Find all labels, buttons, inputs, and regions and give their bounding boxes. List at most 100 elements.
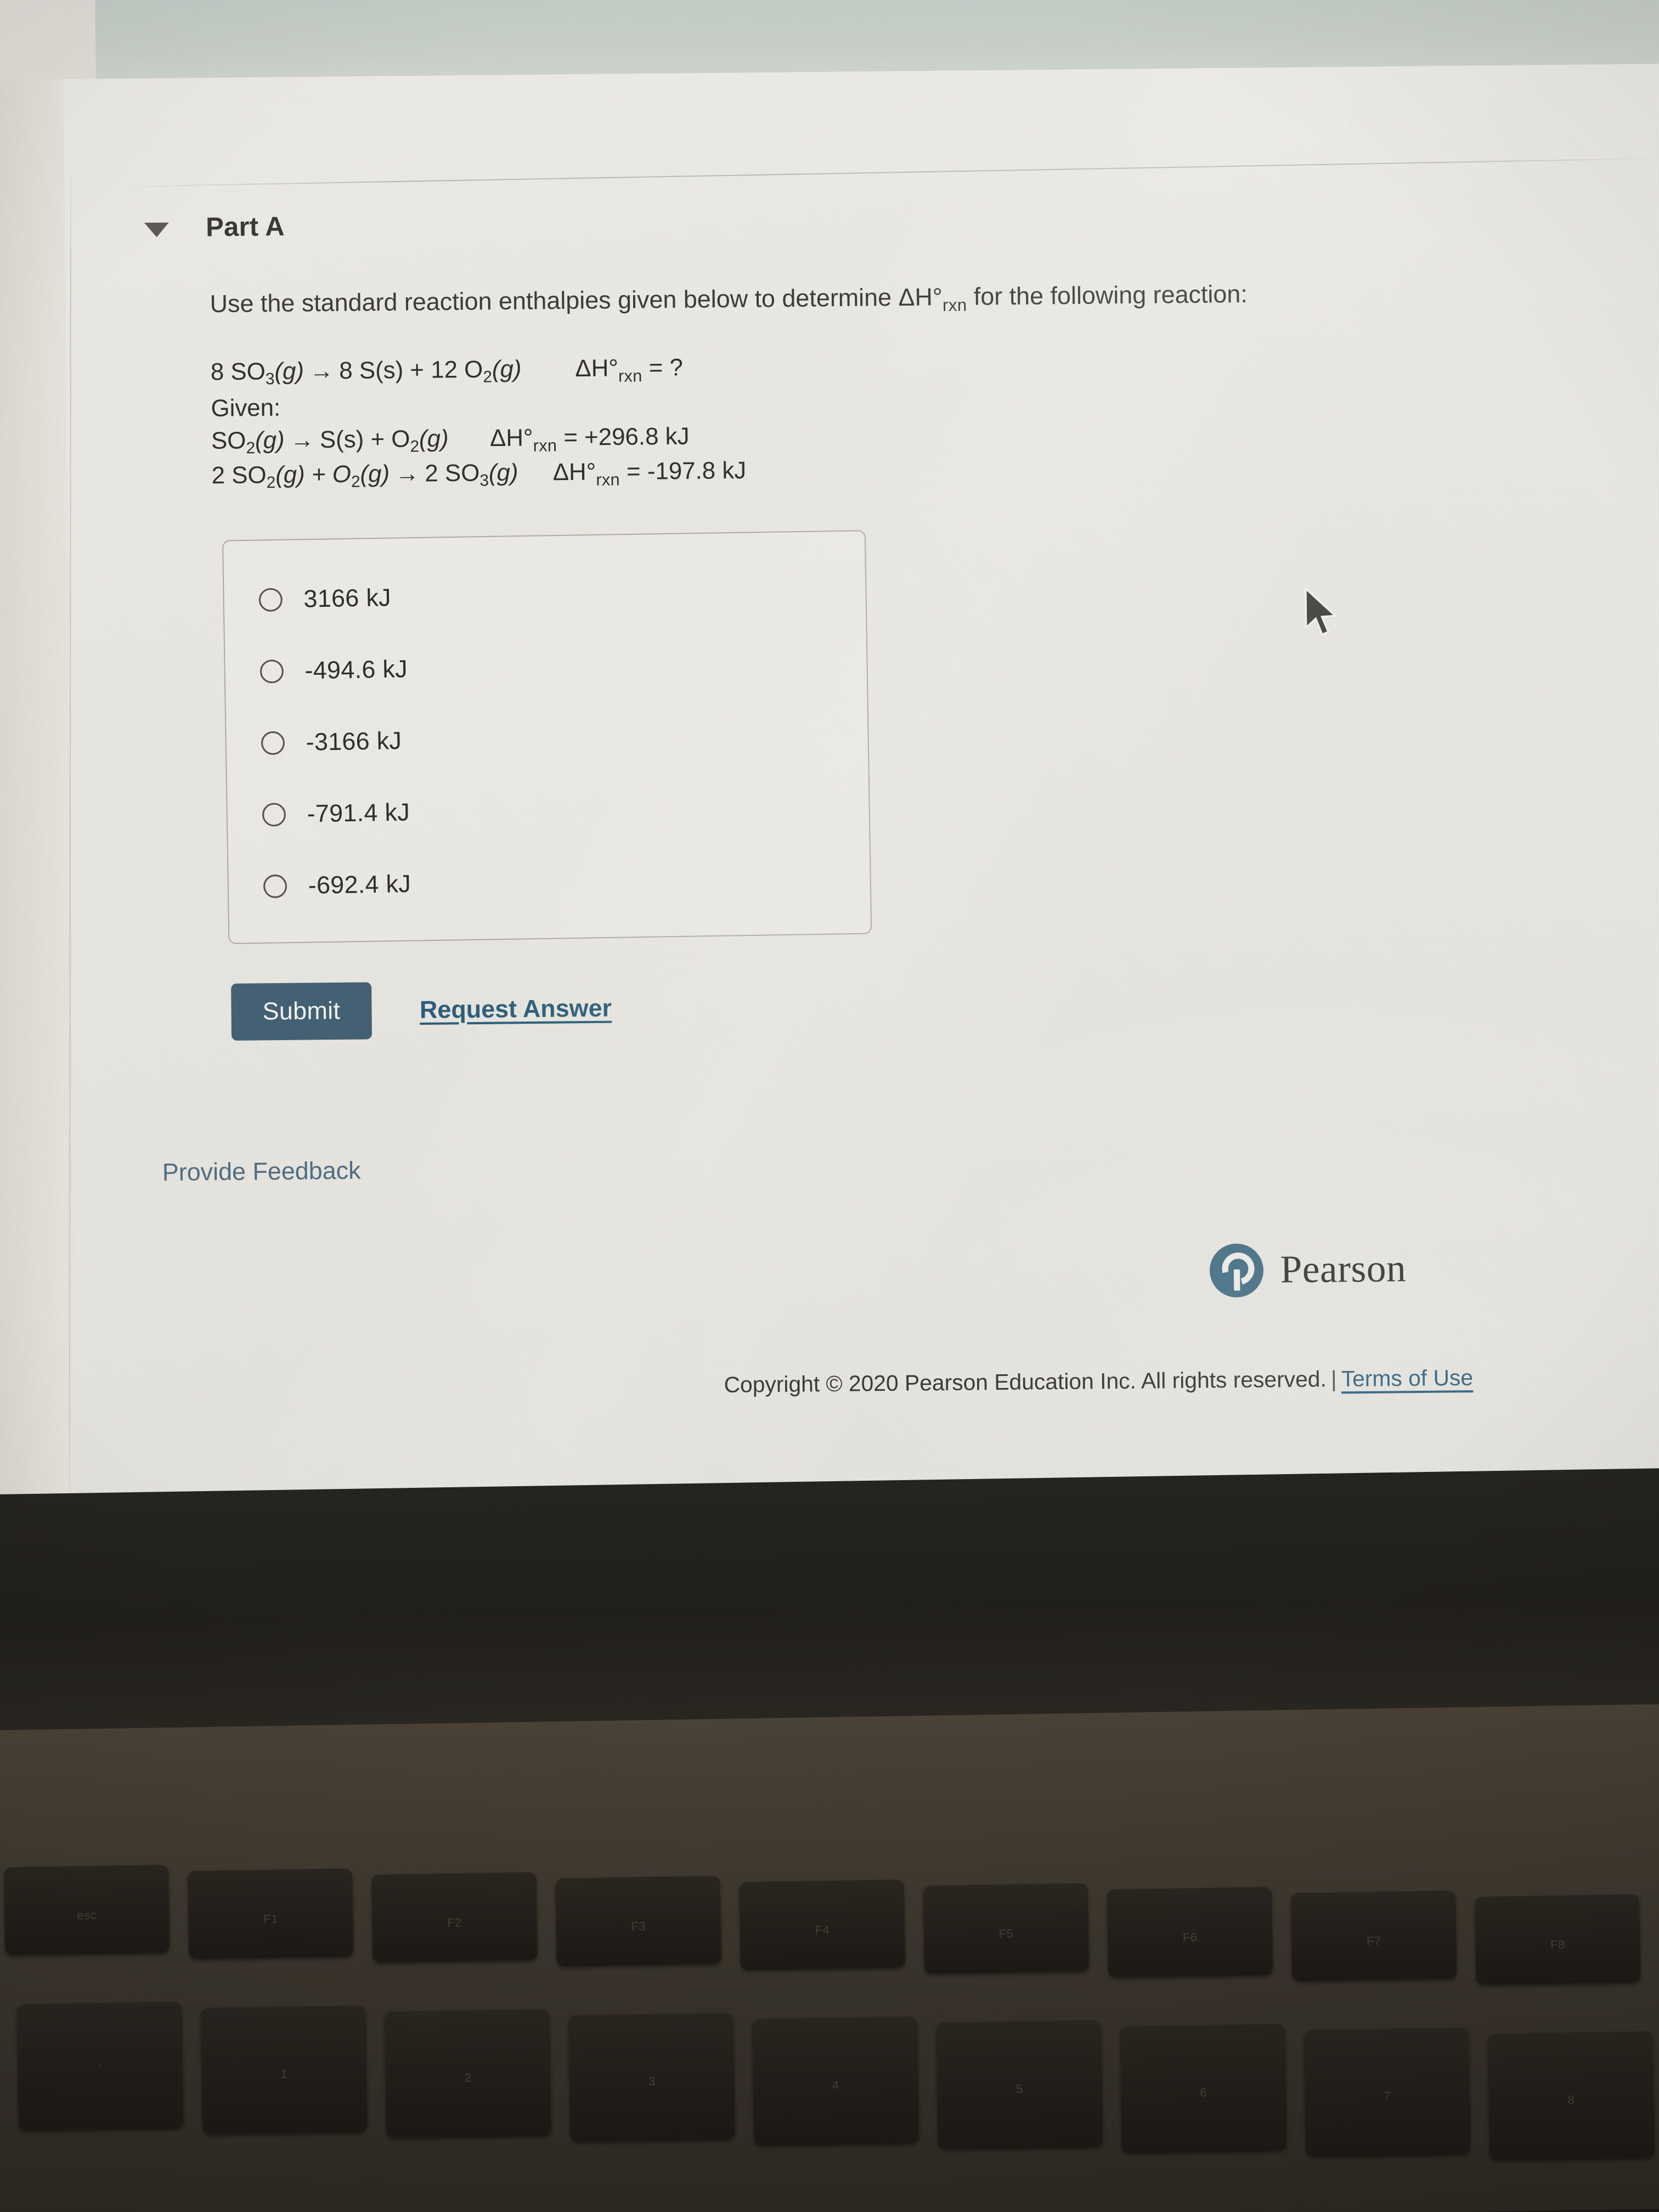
- laptop-keyboard-deck: esc F1 F2 F3 F4 F5 F6 F7 F8 ` 1 2 3 4 5 …: [0, 1703, 1659, 2212]
- given2-rhs-state: (g): [488, 459, 518, 487]
- radio-button-icon[interactable]: [258, 588, 283, 612]
- key-legend: 3: [648, 2074, 656, 2089]
- key-legend: F1: [263, 1911, 278, 1926]
- key-legend: F8: [1550, 1937, 1565, 1952]
- action-row: Submit Request Answer: [231, 970, 1638, 1041]
- keyboard-key[interactable]: 6: [1120, 2024, 1287, 2153]
- keyboard-key[interactable]: 3: [568, 2012, 735, 2142]
- footer-separator: |: [1330, 1367, 1337, 1392]
- keyboard-key[interactable]: esc: [3, 1865, 170, 1955]
- key-legend: F3: [631, 1919, 646, 1933]
- pearson-interrobang-icon: [1209, 1243, 1264, 1298]
- keyboard-key[interactable]: F5: [923, 1883, 1090, 1974]
- radio-button-icon[interactable]: [261, 731, 285, 755]
- request-answer-link[interactable]: Request Answer: [420, 994, 612, 1024]
- choice-label: -3166 kJ: [306, 727, 402, 756]
- target-dh: ΔH°rxn = ?: [575, 352, 683, 387]
- target-lhs-formula: 8 SO: [210, 358, 266, 386]
- key-legend: 7: [1384, 2089, 1391, 2103]
- key-legend: 5: [1015, 2082, 1024, 2096]
- delta-h-symbol: ΔH°: [898, 283, 943, 312]
- keyboard-key[interactable]: `: [16, 2001, 184, 2131]
- target-rhs-sub: 2: [483, 368, 493, 386]
- keyboard-key[interactable]: 4: [752, 2016, 919, 2146]
- question-prompt: Use the standard reaction enthalpies giv…: [210, 275, 1631, 323]
- given2-dh-value: = -197.8 kJ: [626, 456, 747, 485]
- given2-rhs-formula: 2 SO: [425, 459, 480, 487]
- choice-option-3[interactable]: -3166 kJ: [226, 698, 868, 780]
- key-legend: 1: [280, 2067, 288, 2081]
- key-legend: 2: [464, 2070, 472, 2085]
- target-lhs-state: (g): [274, 358, 304, 385]
- target-dh-symbol: ΔH°: [575, 354, 619, 382]
- given1-rhs-sub: 2: [410, 437, 420, 456]
- key-legend: F5: [998, 1926, 1014, 1941]
- given2-lhs-formula: 2 SO: [211, 461, 267, 489]
- page-title: Part A: [205, 212, 285, 242]
- given1-lhs: SO2(g): [211, 425, 285, 460]
- given2-lhs-state: (g) + O: [275, 460, 352, 488]
- target-lhs: 8 SO3(g): [211, 356, 304, 391]
- prompt-text-after: for the following reaction:: [967, 280, 1248, 311]
- pearson-wordmark: Pearson: [1280, 1246, 1407, 1291]
- prompt-text-before: Use the standard reaction enthalpies giv…: [210, 284, 899, 318]
- choice-label: -791.4 kJ: [307, 798, 410, 828]
- keyboard-key[interactable]: 8: [1487, 2031, 1655, 2160]
- keyboard-key[interactable]: F7: [1290, 1891, 1457, 1981]
- target-dh-value: = ?: [648, 354, 684, 382]
- terms-of-use-link[interactable]: Terms of Use: [1341, 1365, 1473, 1391]
- given2-dh-sub: rxn: [596, 470, 620, 489]
- triangle-down-icon[interactable]: [144, 222, 170, 238]
- choice-option-2[interactable]: -494.6 kJ: [225, 626, 867, 708]
- given2-lhs: 2 SO2(g) + O2(g): [211, 459, 390, 495]
- choice-option-4[interactable]: -791.4 kJ: [227, 770, 870, 851]
- given2-dh-symbol: ΔH°: [552, 458, 596, 486]
- copyright-text: Copyright © 2020 Pearson Education Inc. …: [724, 1367, 1327, 1397]
- choice-option-5[interactable]: -692.4 kJ: [228, 841, 871, 923]
- key-legend: F6: [1182, 1930, 1198, 1944]
- choice-label: -494.6 kJ: [304, 655, 408, 685]
- radio-button-icon[interactable]: [262, 803, 286, 827]
- choice-option-1[interactable]: 3166 kJ: [224, 555, 866, 636]
- laptop-screen: Part A Use the standard reaction enthalp…: [0, 0, 1659, 1541]
- keyboard-key[interactable]: F8: [1475, 1894, 1641, 1985]
- question-content: Part A Use the standard reaction enthalp…: [120, 199, 1642, 1404]
- target-rhs-formula: 8 S(s) + 12 O: [338, 356, 483, 385]
- keyboard-key[interactable]: 1: [200, 2005, 368, 2135]
- target-dh-sub: rxn: [618, 366, 642, 386]
- given1-arrow-icon: →: [290, 426, 314, 454]
- provide-feedback-link[interactable]: Provide Feedback: [162, 1144, 1640, 1187]
- key-legend: 8: [1567, 2093, 1575, 2107]
- answer-choices-box: 3166 kJ -494.6 kJ -3166 kJ -791.4 kJ -69…: [222, 529, 872, 944]
- given1-lhs-state: (g): [255, 427, 285, 454]
- pearson-logo: Pearson: [1209, 1240, 1641, 1298]
- key-legend: esc: [77, 1908, 97, 1922]
- photo-of-laptop-screen: Part A Use the standard reaction enthalp…: [0, 0, 1659, 2212]
- radio-button-icon[interactable]: [259, 659, 284, 684]
- given2-rhs-sub: 3: [479, 471, 489, 490]
- keyboard-key[interactable]: F2: [371, 1872, 538, 1963]
- given1-rhs-formula: S(s) + O: [319, 425, 410, 454]
- given1-dh: ΔH°rxn = +296.8 kJ: [490, 421, 690, 458]
- submit-button[interactable]: Submit: [231, 982, 372, 1041]
- given1-dh-value: = +296.8 kJ: [563, 423, 690, 452]
- keyboard-key[interactable]: F3: [555, 1876, 721, 1966]
- radio-button-icon[interactable]: [263, 874, 287, 899]
- keyboard-key[interactable]: F1: [188, 1868, 354, 1959]
- choice-label: 3166 kJ: [303, 584, 392, 613]
- given2-arrow-icon: →: [395, 460, 420, 487]
- key-legend: 6: [1200, 2085, 1207, 2100]
- given1-dh-symbol: ΔH°: [489, 424, 533, 452]
- keyboard-key[interactable]: 7: [1304, 2027, 1471, 2157]
- keyboard-key[interactable]: 2: [385, 2009, 551, 2138]
- given1-rhs: S(s) + O2(g): [320, 424, 449, 459]
- equation-block: 8 SO3(g) → 8 S(s) + 12 O2(g) ΔH°rxn = ? …: [211, 343, 1633, 495]
- key-legend: 4: [832, 2078, 839, 2092]
- key-legend: F7: [1366, 1934, 1381, 1948]
- target-arrow-icon: →: [309, 357, 334, 385]
- keyboard-key[interactable]: F4: [739, 1879, 905, 1970]
- delta-h-subscript: rxn: [942, 295, 967, 315]
- keyboard-key[interactable]: F6: [1107, 1887, 1273, 1978]
- given1-rhs-state: (g): [419, 425, 449, 453]
- keyboard-key[interactable]: 5: [936, 2020, 1103, 2149]
